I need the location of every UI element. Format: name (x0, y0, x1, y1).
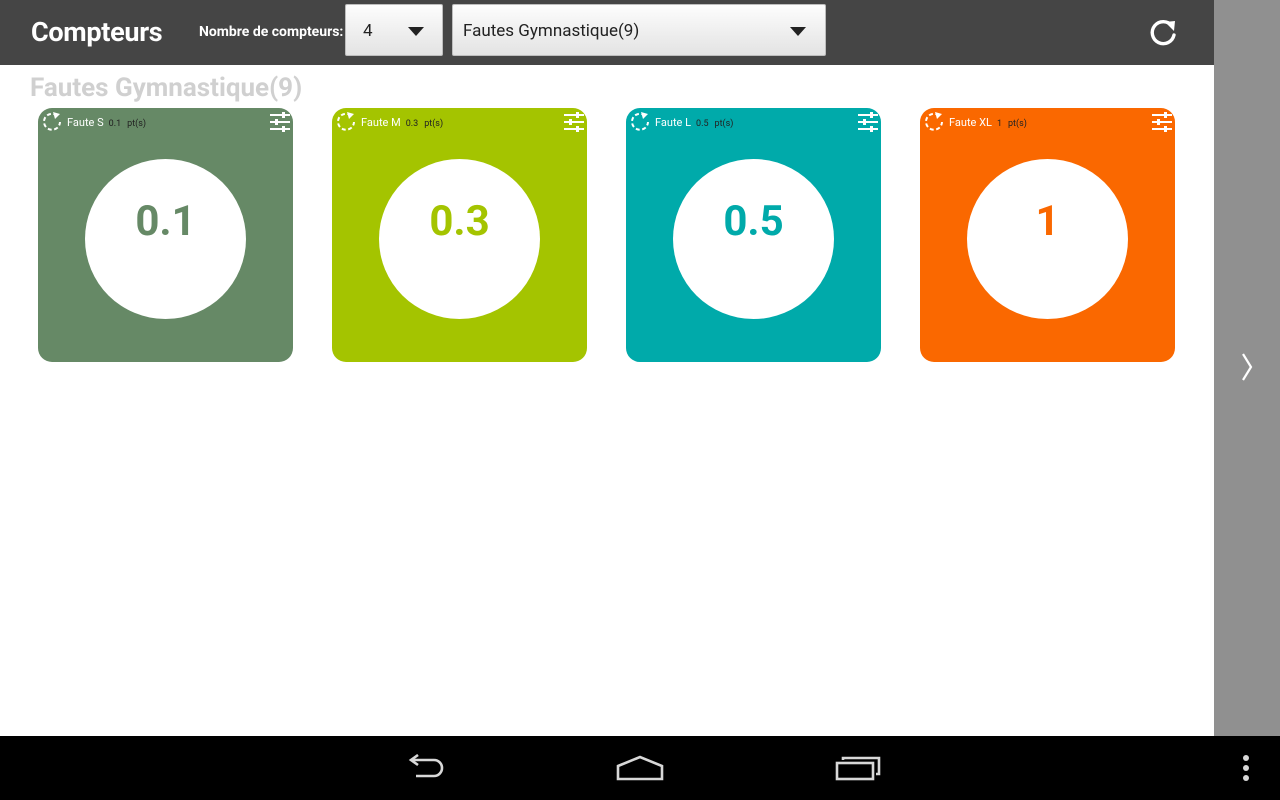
overflow-menu-button[interactable] (1198, 736, 1280, 800)
counter-name: Faute L (655, 116, 692, 129)
reset-icon[interactable] (335, 111, 357, 133)
counter-header: Faute L 0.5 pt(s) (655, 116, 733, 129)
home-button[interactable] (592, 736, 688, 800)
counter-name: Faute S (67, 116, 104, 129)
counter-card-faute-xl[interactable]: Faute XL 1 pt(s) 1 (920, 108, 1175, 362)
counter-header: Faute XL 1 pt(s) (949, 116, 1027, 129)
action-bar: Compteurs Nombre de compteurs: 4 Fautes … (0, 0, 1214, 65)
back-icon (408, 754, 444, 778)
reset-icon[interactable] (629, 111, 651, 133)
counter-header: Faute M 0.3 pt(s) (361, 116, 443, 129)
counter-count-value: 4 (363, 21, 373, 41)
recents-button[interactable] (810, 736, 906, 800)
counter-header: Faute S 0.1 pt(s) (67, 116, 146, 129)
counter-points: 0.3 (405, 119, 419, 129)
settings-sliders-icon[interactable] (269, 111, 291, 133)
counter-value: 0.3 (429, 197, 490, 246)
counter-name: Faute XL (949, 116, 992, 129)
back-button[interactable] (376, 736, 472, 800)
counter-value: 0.1 (135, 197, 196, 246)
dropdown-arrow-icon (408, 27, 424, 36)
system-nav-bar (0, 736, 1280, 800)
dropdown-arrow-icon (790, 27, 806, 36)
counter-value-circle[interactable]: 1 (967, 159, 1128, 319)
refresh-icon[interactable] (1146, 16, 1180, 50)
counter-unit: pt(s) (1008, 119, 1027, 129)
counter-card-faute-m[interactable]: Faute M 0.3 pt(s) 0.3 (332, 108, 587, 362)
recents-icon (835, 756, 881, 781)
counter-group-dropdown[interactable]: Fautes Gymnastique(9) (452, 4, 826, 56)
reset-icon[interactable] (923, 111, 945, 133)
counter-points: 0.1 (108, 119, 122, 129)
counter-group-value: Fautes Gymnastique(9) (463, 21, 640, 41)
group-title: Fautes Gymnastique(9) (30, 73, 303, 103)
reset-icon[interactable] (41, 111, 63, 133)
counter-value-circle[interactable]: 0.1 (85, 159, 246, 319)
counter-card-faute-s[interactable]: Faute S 0.1 pt(s) 0.1 (38, 108, 293, 362)
counter-value: 1 (1035, 197, 1060, 246)
app-title: Compteurs (31, 16, 163, 48)
counter-unit: pt(s) (424, 119, 444, 129)
counter-count-label: Nombre de compteurs: (199, 24, 344, 40)
counter-card-faute-l[interactable]: Faute L 0.5 pt(s) 0.5 (626, 108, 881, 362)
counter-value: 0.5 (723, 197, 784, 246)
counter-value-circle[interactable]: 0.3 (379, 159, 540, 319)
counter-points: 0.5 (696, 119, 709, 129)
counter-name: Faute M (361, 116, 401, 129)
home-icon (616, 755, 664, 781)
overflow-menu-icon (1243, 755, 1249, 781)
counter-points: 1 (996, 119, 1002, 129)
counter-count-dropdown[interactable]: 4 (345, 4, 443, 56)
settings-sliders-icon[interactable] (857, 111, 879, 133)
chevron-right-icon[interactable] (1236, 350, 1258, 384)
counter-value-circle[interactable]: 0.5 (673, 159, 834, 319)
counter-unit: pt(s) (714, 119, 734, 129)
counter-unit: pt(s) (127, 119, 146, 129)
settings-sliders-icon[interactable] (563, 111, 585, 133)
settings-sliders-icon[interactable] (1151, 111, 1173, 133)
